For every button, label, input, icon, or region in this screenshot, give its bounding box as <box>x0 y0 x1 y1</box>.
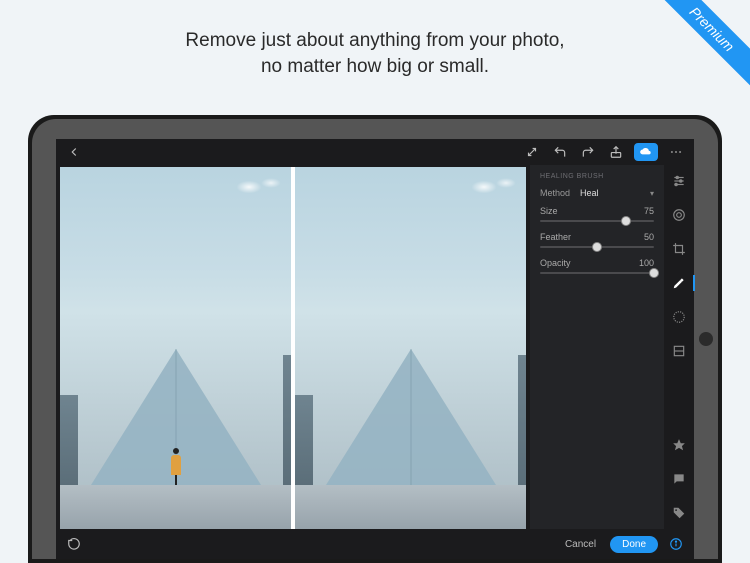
opacity-value: 100 <box>639 258 654 268</box>
device-home-button <box>699 332 713 346</box>
promo-text: Remove just about anything from your pho… <box>0 0 750 97</box>
opacity-thumb[interactable] <box>649 268 659 278</box>
cancel-button[interactable]: Cancel <box>559 535 602 554</box>
healing-brush-icon[interactable] <box>669 273 689 293</box>
method-row[interactable]: Method Heal ▾ <box>540 188 654 198</box>
after-pane <box>295 167 526 529</box>
tool-rail <box>664 165 694 529</box>
method-label: Method <box>540 188 576 198</box>
size-value: 75 <box>644 206 654 216</box>
photo-canvas[interactable] <box>56 165 530 529</box>
promo-line-2: no matter how big or small. <box>0 54 750 80</box>
top-toolbar <box>56 139 694 165</box>
app-screen: HEALING BRUSH Method Heal ▾ Size 75 <box>56 139 694 559</box>
clouds-decor <box>472 173 522 199</box>
bottom-toolbar: Cancel Done <box>56 529 694 559</box>
healing-panel: HEALING BRUSH Method Heal ▾ Size 75 <box>530 165 664 529</box>
chevron-down-icon: ▾ <box>650 189 654 198</box>
comment-icon[interactable] <box>669 469 689 489</box>
done-button[interactable]: Done <box>610 536 658 553</box>
feather-label: Feather <box>540 232 571 242</box>
size-label: Size <box>540 206 558 216</box>
feather-slider[interactable]: Feather 50 <box>540 232 654 248</box>
star-icon[interactable] <box>669 435 689 455</box>
before-pane <box>60 167 291 529</box>
redo-icon[interactable] <box>578 142 598 162</box>
person-figure <box>170 448 182 485</box>
adjust-icon[interactable] <box>669 171 689 191</box>
size-slider[interactable]: Size 75 <box>540 206 654 222</box>
cloud-sync-icon[interactable] <box>634 143 658 161</box>
promo-line-1: Remove just about anything from your pho… <box>0 28 750 54</box>
device-frame: HEALING BRUSH Method Heal ▾ Size 75 <box>28 115 722 563</box>
clouds-decor <box>237 173 287 199</box>
radial-filter-icon[interactable] <box>669 307 689 327</box>
panel-title: HEALING BRUSH <box>540 173 654 180</box>
back-icon[interactable] <box>64 142 84 162</box>
tone-curve-icon[interactable] <box>669 205 689 225</box>
more-icon[interactable] <box>666 142 686 162</box>
size-thumb[interactable] <box>621 216 631 226</box>
linear-filter-icon[interactable] <box>669 341 689 361</box>
feather-thumb[interactable] <box>592 242 602 252</box>
undo-icon[interactable] <box>550 142 570 162</box>
expand-icon[interactable] <box>522 142 542 162</box>
share-icon[interactable] <box>606 142 626 162</box>
feather-value: 50 <box>644 232 654 242</box>
opacity-slider[interactable]: Opacity 100 <box>540 258 654 274</box>
method-value: Heal <box>580 188 650 198</box>
opacity-label: Opacity <box>540 258 571 268</box>
crop-icon[interactable] <box>669 239 689 259</box>
tag-icon[interactable] <box>669 503 689 523</box>
info-icon[interactable] <box>666 534 686 554</box>
reset-icon[interactable] <box>64 534 84 554</box>
